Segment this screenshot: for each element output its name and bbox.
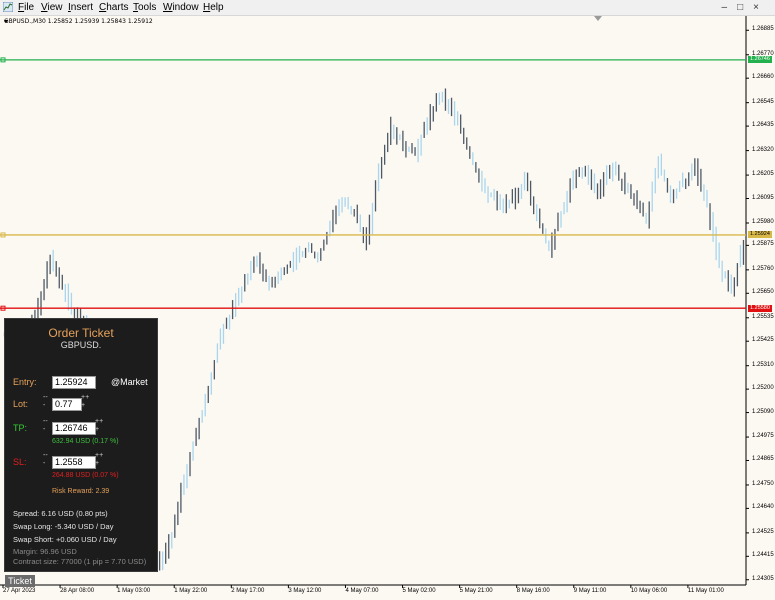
- time-tick-label: 11 May 01:00: [687, 588, 724, 594]
- time-tick-label: 9 May 11:00: [573, 588, 607, 594]
- lot-decrement-large[interactable]: --: [43, 394, 48, 401]
- price-tick-label: 1.26435: [752, 122, 774, 129]
- entry-label: Entry:: [13, 377, 37, 387]
- price-tick-label: 1.24975: [752, 433, 774, 440]
- price-tick-label: 1.24750: [752, 480, 774, 487]
- tp-decrement-large[interactable]: --: [43, 418, 48, 425]
- lot-label: Lot:: [13, 399, 29, 409]
- menu-tools[interactable]: Tools: [133, 2, 156, 13]
- lot-increment[interactable]: +: [81, 402, 85, 409]
- price-tick-label: 1.24865: [752, 456, 774, 463]
- time-tick-label: 28 Apr 08:00: [60, 588, 95, 594]
- price-tick-label: 1.25310: [752, 361, 774, 368]
- price-tick-label: 1.26885: [752, 26, 774, 33]
- time-tick-label: 1 May 03:00: [117, 588, 151, 594]
- time-tick-label: 4 May 07:00: [345, 588, 379, 594]
- menu-bar: File View Insert Charts Tools Window Hel…: [0, 0, 775, 16]
- time-tick-label: 1 May 22:00: [174, 588, 208, 594]
- menu-help[interactable]: Help: [203, 2, 224, 13]
- time-tick-label: 5 May 21:00: [459, 588, 493, 594]
- price-tick-label: 1.25875: [752, 241, 774, 248]
- price-tick-label: 1.26770: [752, 50, 774, 57]
- menu-view[interactable]: View: [41, 2, 63, 13]
- price-tick-label: 1.24525: [752, 528, 774, 535]
- tp-input[interactable]: 1.26746: [52, 422, 96, 435]
- time-tick-label: 5 May 02:00: [402, 588, 436, 594]
- tp-line-price-tag: 1.26746: [748, 56, 772, 64]
- price-tick-label: 1.25090: [752, 408, 774, 415]
- menu-insert[interactable]: Insert: [68, 2, 93, 13]
- time-axis[interactable]: 27 Apr 2023 28 Apr 08:00 1 May 03:00 1 May …: [0, 585, 745, 600]
- menu-window[interactable]: Window: [163, 2, 199, 13]
- market-button[interactable]: @Market: [111, 377, 148, 387]
- window-controls[interactable]: ‒□×: [722, 2, 769, 13]
- swap-short-info: Swap Short: +0.060 USD / Day: [13, 535, 117, 544]
- swap-long-info: Swap Long: -5.340 USD / Day: [13, 522, 114, 531]
- ticket-tab[interactable]: Ticket: [5, 575, 35, 587]
- price-tick-label: 1.25425: [752, 337, 774, 344]
- entry-input[interactable]: 1.25924: [52, 376, 96, 389]
- tp-decrement[interactable]: -: [43, 426, 45, 433]
- sl-line-price-tag: 1.25580: [748, 304, 772, 312]
- time-tick-label: 2 May 17:00: [231, 588, 265, 594]
- sl-input[interactable]: 1.2558: [52, 456, 96, 469]
- ticket-symbol: GBPUSD.: [60, 340, 102, 350]
- app-icon: [3, 2, 13, 12]
- chart-header: GBPUSD.,M30 1.25852 1.25939 1.25843 1.25…: [4, 18, 153, 25]
- sl-increment[interactable]: +: [95, 460, 99, 467]
- ticket-title: Order Ticket: [48, 326, 114, 340]
- chart-shift-marker: [594, 16, 602, 21]
- price-tick-label: 1.24415: [752, 552, 774, 559]
- lot-increment-large[interactable]: ++: [81, 394, 89, 401]
- order-ticket-panel: Order Ticket GBPUSD. Entry: 1.25924 @Mar…: [4, 318, 158, 572]
- tp-profit-info: 632.94 USD (0.17 %): [52, 438, 119, 445]
- time-tick-label: 8 May 16:00: [516, 588, 550, 594]
- sl-decrement[interactable]: -: [43, 460, 45, 467]
- price-tick-label: 1.25200: [752, 385, 774, 392]
- tp-label: TP:: [13, 423, 28, 433]
- price-tick-label: 1.24305: [752, 575, 774, 582]
- spread-info: Spread: 6.16 USD (0.80 pts): [13, 509, 108, 518]
- time-tick-label: 3 May 12:00: [288, 588, 322, 594]
- time-tick-label: 10 May 06:00: [630, 588, 668, 594]
- tp-increment-large[interactable]: ++: [95, 418, 103, 425]
- time-tick-label: 27 Apr 2023: [3, 588, 36, 594]
- sl-increment-large[interactable]: ++: [95, 452, 103, 459]
- menu-file[interactable]: File: [18, 2, 34, 13]
- price-tick-label: 1.26545: [752, 98, 774, 105]
- price-tick-label: 1.25980: [752, 219, 774, 225]
- contract-info: Contract size: 77000 (1 pip = 7.70 USD): [13, 557, 147, 566]
- sl-label: SL:: [13, 457, 27, 467]
- price-tick-label: 1.26320: [752, 146, 774, 153]
- lot-decrement[interactable]: -: [43, 402, 45, 409]
- price-tick-label: 1.25650: [752, 289, 774, 296]
- price-tick-label: 1.25760: [752, 265, 774, 272]
- price-tick-label: 1.26205: [752, 171, 774, 178]
- lot-input[interactable]: 0.77: [52, 398, 82, 411]
- entry-line-price-tag: 1.25924: [748, 231, 772, 239]
- margin-info: Margin: 96.96 USD: [13, 547, 77, 556]
- risk-reward: Risk Reward: 2.39: [52, 488, 110, 495]
- price-tick-label: 1.25535: [752, 313, 774, 320]
- tp-increment[interactable]: +: [95, 426, 99, 433]
- price-tick-label: 1.26660: [752, 74, 774, 81]
- menu-charts[interactable]: Charts: [99, 2, 128, 13]
- sl-loss-info: 264.88 USD (0.07 %): [52, 472, 119, 479]
- price-tick-label: 1.24640: [752, 504, 774, 511]
- sl-decrement-large[interactable]: --: [43, 452, 48, 459]
- price-tick-label: 1.26095: [752, 194, 774, 201]
